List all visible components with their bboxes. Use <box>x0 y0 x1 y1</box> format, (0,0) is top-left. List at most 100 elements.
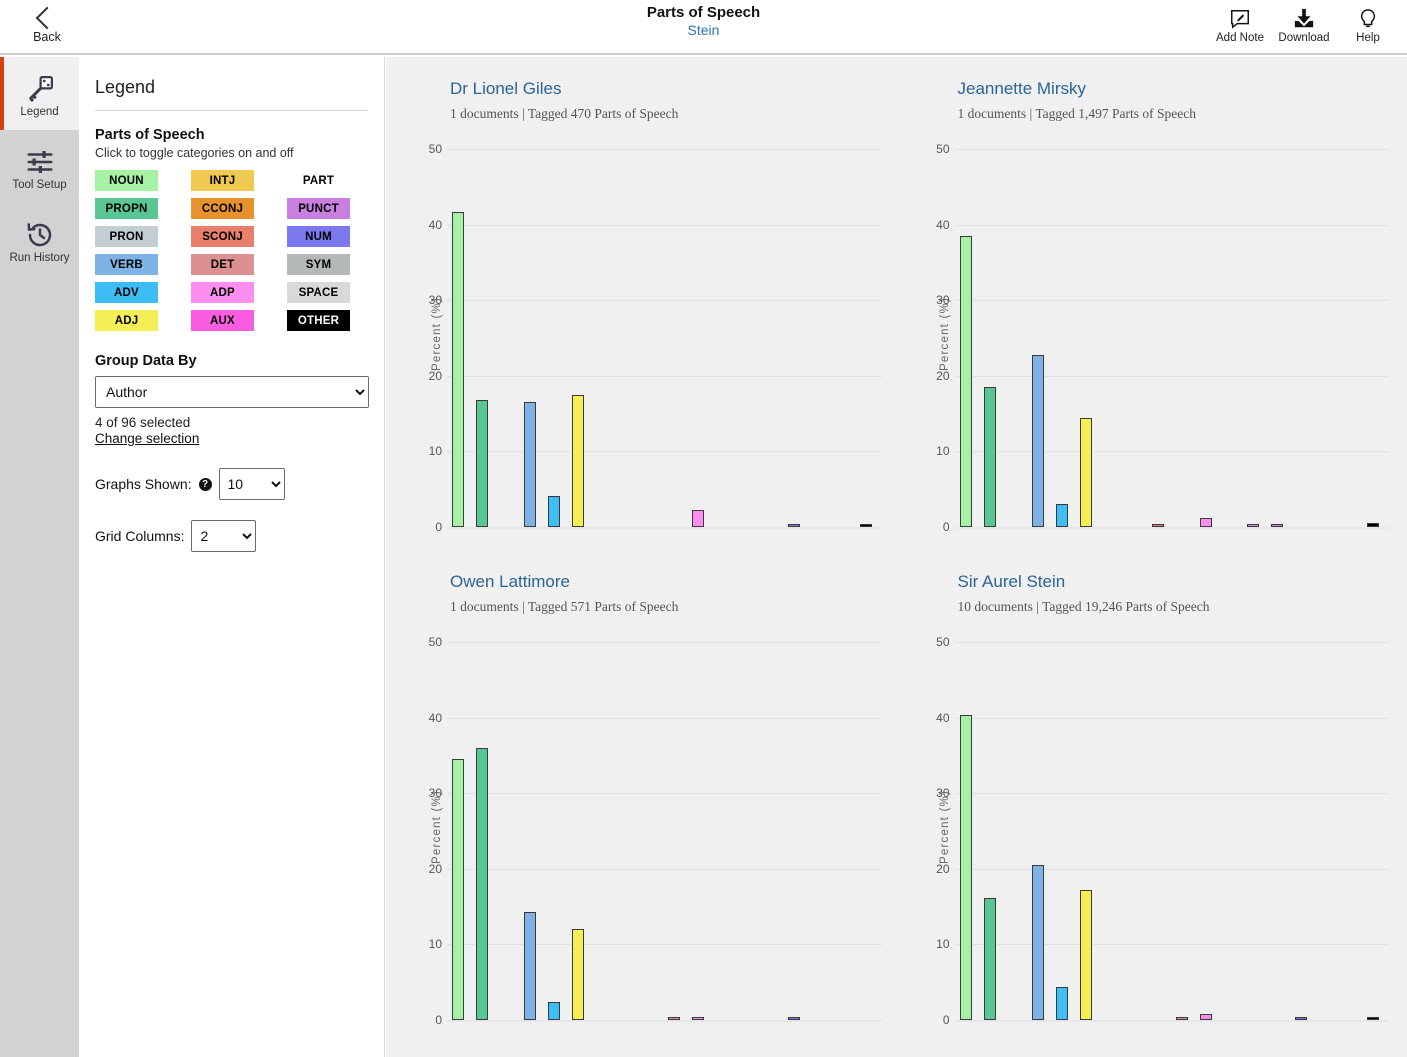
pos-chip-intj[interactable]: INTJ <box>191 170 254 191</box>
gridline <box>954 1020 1389 1022</box>
bar-adp[interactable] <box>1199 1013 1212 1020</box>
chart-title[interactable]: Jeannette Mirsky <box>958 79 1392 99</box>
bar-num[interactable] <box>787 1017 800 1020</box>
bar-adv[interactable] <box>1055 503 1068 527</box>
bar-other[interactable] <box>1367 523 1380 527</box>
parts-of-speech-subtitle: Click to toggle categories on and off <box>95 146 294 160</box>
grid-columns-select[interactable]: 2 <box>191 520 257 552</box>
bar-propn[interactable] <box>983 387 996 527</box>
bar-series <box>956 624 1388 1020</box>
bar-adp[interactable] <box>692 509 705 527</box>
bar-adj[interactable] <box>1079 889 1092 1020</box>
gridline <box>447 1020 882 1022</box>
bar-verb[interactable] <box>524 402 537 527</box>
pos-chip-sconj[interactable]: SCONJ <box>191 226 254 247</box>
bar-verb[interactable] <box>1031 865 1044 1020</box>
group-data-by-select[interactable]: Author <box>95 376 369 408</box>
y-axis-tick-label: 50 <box>428 635 442 649</box>
pos-chip-noun[interactable]: NOUN <box>95 170 158 191</box>
y-axis-tick-label: 50 <box>936 635 950 649</box>
back-button[interactable]: Back <box>18 4 76 44</box>
y-axis-tick-label: 40 <box>936 217 950 232</box>
y-axis-label: Percent (%) <box>938 790 951 864</box>
pos-chip-pron[interactable]: PRON <box>95 226 158 247</box>
pos-chip-sym[interactable]: SYM <box>287 254 350 275</box>
bar-series <box>448 624 880 1020</box>
rail-item-run-history-label: Run History <box>9 251 70 264</box>
help-button[interactable]: Help <box>1337 2 1399 44</box>
bar-adp[interactable] <box>692 1016 705 1020</box>
bar-adj[interactable] <box>572 395 585 527</box>
bar-adj[interactable] <box>1079 418 1092 527</box>
bar-propn[interactable] <box>476 747 489 1020</box>
grid-columns-row: Grid Columns: 2 <box>95 520 384 552</box>
download-button[interactable]: Download <box>1273 2 1335 44</box>
bar-adp[interactable] <box>1199 517 1212 527</box>
graphs-shown-row: Graphs Shown: ? 10 <box>95 468 384 500</box>
chart-subtitle: 10 documents | Tagged 19,246 Parts of Sp… <box>957 599 1210 614</box>
pos-chip-punct[interactable]: PUNCT <box>287 198 350 219</box>
bar-adv[interactable] <box>1055 986 1068 1020</box>
rail-item-tool-setup-label: Tool Setup <box>12 178 67 191</box>
sliders-icon <box>25 143 55 177</box>
rail-item-legend[interactable]: Legend <box>0 57 79 130</box>
add-note-icon <box>1209 7 1271 31</box>
bar-verb[interactable] <box>1031 355 1044 527</box>
y-axis-tick-label: 20 <box>428 368 442 383</box>
bar-noun[interactable] <box>452 211 465 527</box>
bar-det[interactable] <box>1175 1017 1188 1020</box>
page-title: Parts of Speech <box>646 4 761 21</box>
bar-num[interactable] <box>787 524 800 527</box>
pos-chip-part[interactable]: PART <box>287 170 350 191</box>
legend-panel: Legend Parts of Speech Click to toggle c… <box>79 57 385 1057</box>
bar-sconj[interactable] <box>1151 524 1164 527</box>
graphs-shown-select[interactable]: 10 <box>218 468 285 500</box>
y-axis-label: Percent (%) <box>430 297 443 371</box>
bar-series <box>448 131 880 527</box>
pos-chip-other[interactable]: OTHER <box>287 310 350 331</box>
help-circle-icon[interactable]: ? <box>198 477 212 491</box>
chart-plot-area: Percent (%) 0 10 20 30 40 50 <box>402 624 884 1030</box>
pos-chip-det[interactable]: DET <box>191 254 254 275</box>
bar-propn[interactable] <box>476 400 489 527</box>
pos-chip-adv[interactable]: ADV <box>95 282 158 303</box>
bar-adv[interactable] <box>548 1001 561 1020</box>
bar-other[interactable] <box>859 524 872 527</box>
pos-chip-aux[interactable]: AUX <box>191 310 254 331</box>
chart-title[interactable]: Owen Lattimore <box>450 572 884 592</box>
chart-title[interactable]: Dr Lionel Giles <box>450 79 884 99</box>
pos-chip-space[interactable]: SPACE <box>287 282 350 303</box>
bar-num[interactable] <box>1295 1016 1308 1020</box>
bar-noun[interactable] <box>959 235 972 527</box>
bar-adv[interactable] <box>548 496 561 527</box>
key-icon <box>25 70 55 104</box>
change-selection-link[interactable]: Change selection <box>95 431 199 446</box>
graphs-shown-label: Graphs Shown: <box>95 476 192 492</box>
y-axis-tick-label: 10 <box>936 444 950 459</box>
pos-chip-num[interactable]: NUM <box>287 226 350 247</box>
pos-chip-adp[interactable]: ADP <box>191 282 254 303</box>
bar-punct[interactable] <box>1271 524 1284 527</box>
bar-adj[interactable] <box>572 929 585 1020</box>
rail-item-tool-setup[interactable]: Tool Setup <box>0 130 79 203</box>
y-axis-tick-label: 50 <box>428 142 442 156</box>
parts-of-speech-chip-grid: NOUN INTJ PART PROPN CCONJ PUNCT PRON SCONJ NUM V… <box>95 170 383 331</box>
pos-chip-verb[interactable]: VERB <box>95 254 158 275</box>
rail-item-run-history[interactable]: Run History <box>0 203 79 276</box>
bar-det[interactable] <box>668 1017 681 1020</box>
pos-chip-adj[interactable]: ADJ <box>95 310 158 331</box>
chart-subtitle: 1 documents | Tagged 470 Parts of Speech <box>450 106 679 121</box>
add-note-button[interactable]: Add Note <box>1209 2 1271 44</box>
pos-chip-cconj[interactable]: CCONJ <box>191 198 254 219</box>
bar-noun[interactable] <box>959 715 972 1020</box>
y-axis-tick-label: 40 <box>428 217 442 232</box>
chevron-left-icon <box>35 6 59 30</box>
bar-noun[interactable] <box>452 759 465 1020</box>
bar-other[interactable] <box>1367 1017 1380 1020</box>
bar-verb[interactable] <box>524 911 537 1020</box>
chart-grid: Dr Lionel Giles 1 documents | Tagged 470 … <box>386 57 1407 1057</box>
bar-part[interactable] <box>1247 524 1260 527</box>
pos-chip-propn[interactable]: PROPN <box>95 198 158 219</box>
bar-propn[interactable] <box>983 897 996 1020</box>
chart-title[interactable]: Sir Aurel Stein <box>958 572 1392 592</box>
